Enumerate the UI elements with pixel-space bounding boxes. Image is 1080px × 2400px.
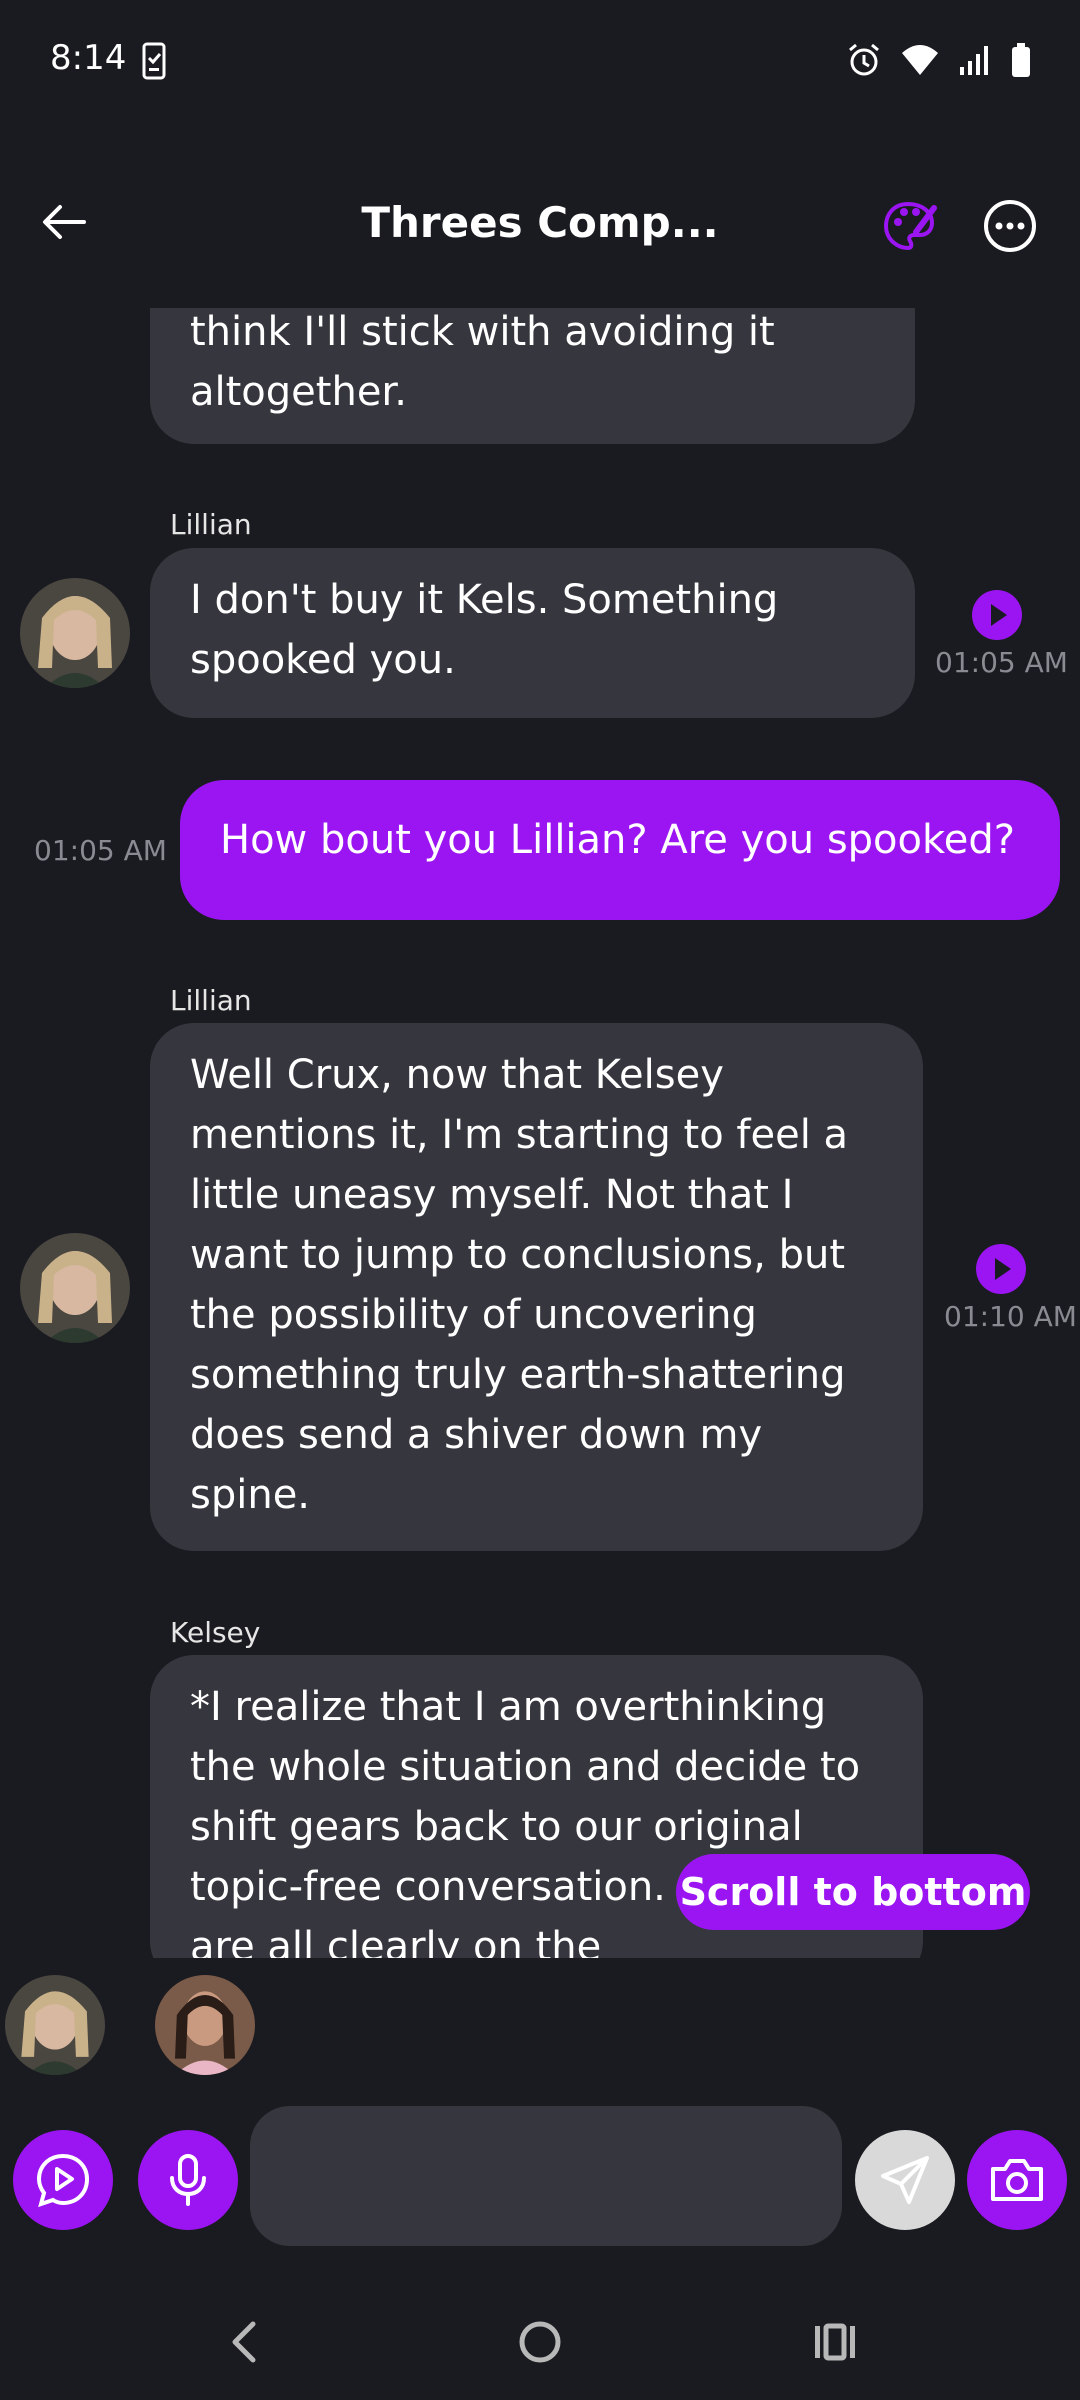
wifi-icon [900,43,940,81]
avatar[interactable] [20,1233,130,1343]
message-time: 01:10 AM [944,1300,1077,1333]
camera-icon [991,2159,1043,2201]
play-audio-button[interactable] [976,1244,1026,1294]
sender-name: Lillian [170,508,252,541]
participant-avatar-lillian[interactable] [5,1975,105,2075]
back-nav-button[interactable] [215,2312,275,2372]
battery-icon [1010,42,1032,82]
send-button[interactable] [855,2130,955,2230]
message-input[interactable] [250,2106,842,2246]
recents-nav-icon [815,2323,855,2361]
sender-name: Kelsey [170,1616,261,1649]
back-nav-icon [232,2321,256,2363]
chat-title[interactable]: Threes Comp... [280,198,800,247]
camera-button[interactable] [967,2130,1067,2230]
message-bubble[interactable]: How bout you Lillian? Are you spooked? [180,780,1060,920]
signal-icon [958,43,992,81]
theme-button[interactable] [882,198,938,254]
participant-avatar-kelsey[interactable] [155,1975,255,2075]
avatar[interactable] [20,578,130,688]
alarm-icon [846,42,882,82]
palette-icon [883,201,937,251]
message-time: 01:05 AM [34,834,167,867]
message-time: 01:05 AM [935,646,1068,679]
message-bubble[interactable]: I don't buy it Kels. Something spooked y… [150,548,915,718]
message-bubble[interactable]: Well Crux, now that Kelsey mentions it, … [150,1023,923,1551]
status-icons [846,42,1032,82]
sender-name: Lillian [170,984,252,1017]
more-options-button[interactable] [982,198,1038,254]
status-bar: 8:14 [0,0,1080,125]
recents-nav-button[interactable] [805,2312,865,2372]
play-audio-button[interactable] [972,590,1022,640]
play-chat-button[interactable] [13,2130,113,2230]
more-horizontal-icon [984,200,1036,252]
status-time: 8:14 [50,38,127,78]
microphone-button[interactable] [138,2130,238,2230]
back-arrow-icon [43,205,86,239]
play-chat-icon [36,2153,90,2208]
message-text: Well Crux, now that Kelsey mentions it, … [190,1052,849,1518]
microphone-icon [170,2154,206,2206]
back-button[interactable] [40,198,100,248]
message-text: How bout you Lillian? Are you spooked? [220,817,1015,863]
home-nav-icon [519,2321,561,2363]
chat-header: Threes Comp... [0,180,1080,270]
message-list[interactable]: think I'll stick with avoiding it altoge… [0,308,1080,1958]
message-text: I don't buy it Kels. Something spooked y… [190,577,779,683]
message-text: think I'll stick with avoiding it altoge… [190,309,775,415]
home-nav-button[interactable] [510,2312,570,2372]
clipboard-check-icon [142,42,166,84]
message-bubble[interactable]: think I'll stick with avoiding it altoge… [150,308,915,444]
system-nav-bar [0,2290,1080,2400]
send-icon [881,2156,929,2204]
scroll-to-bottom-button[interactable]: Scroll to bottom [676,1854,1030,1930]
